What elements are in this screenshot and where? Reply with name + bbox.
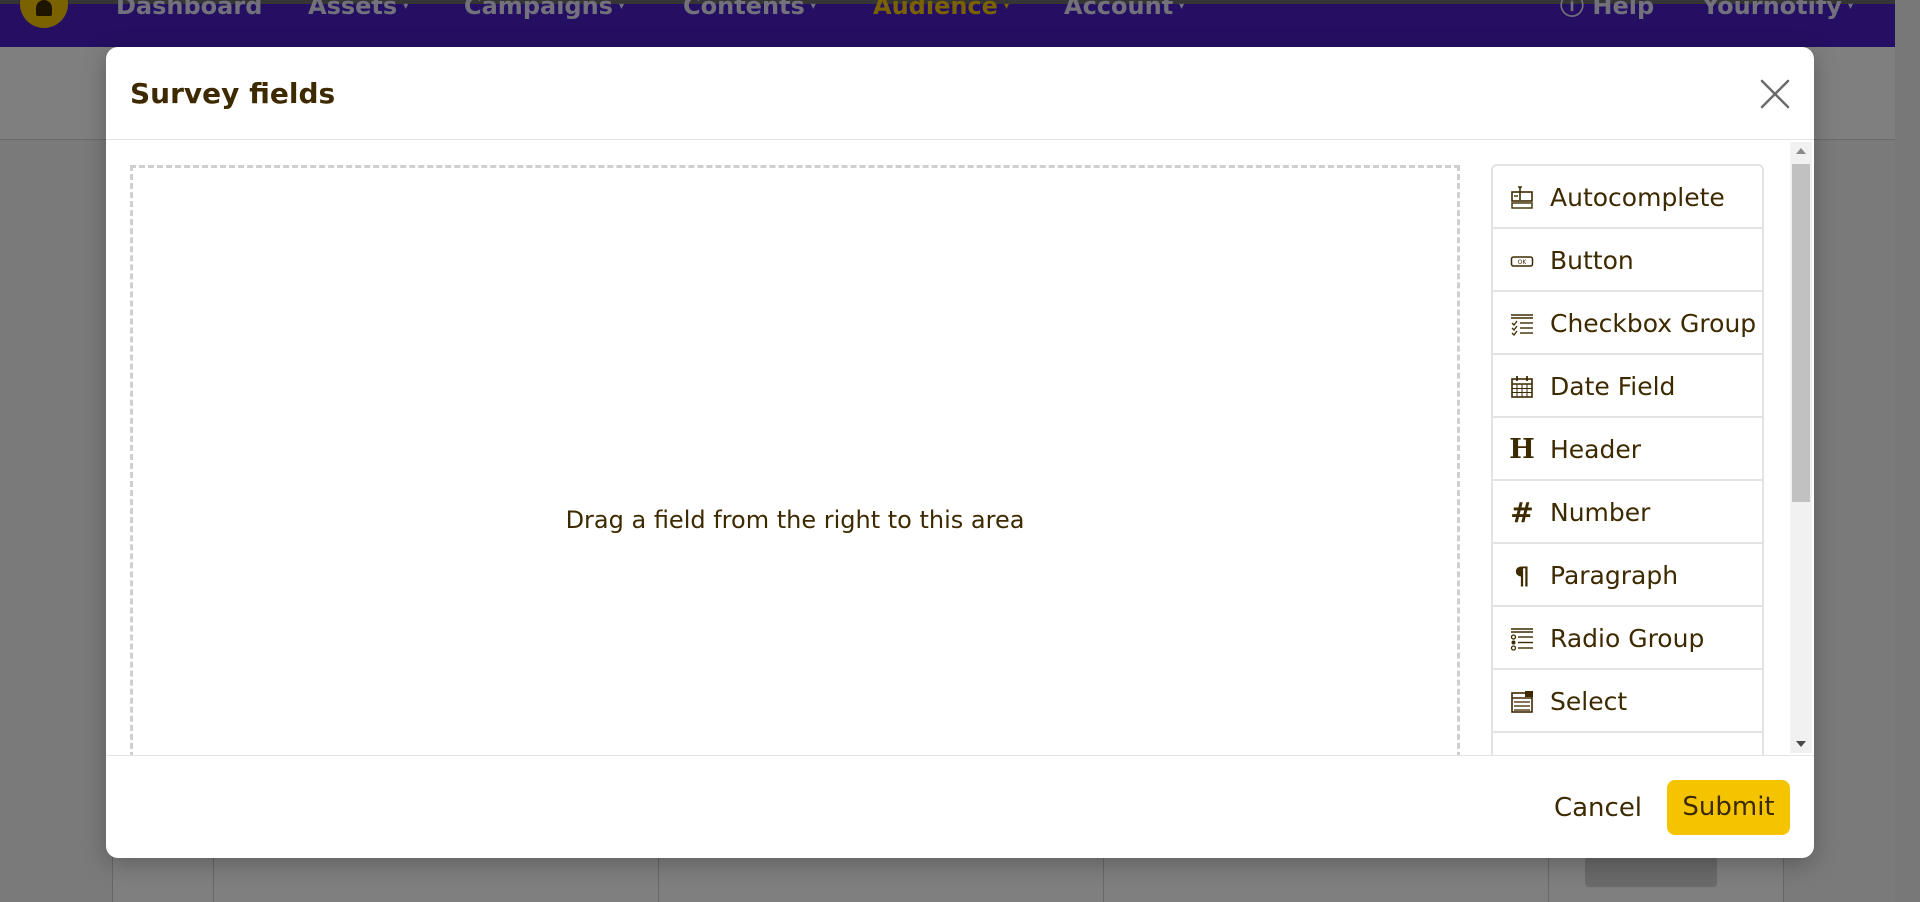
field-item-paragraph[interactable]: ¶ Paragraph	[1493, 544, 1762, 607]
field-item-label: Paragraph	[1550, 561, 1679, 590]
submit-button[interactable]: Submit	[1667, 780, 1790, 835]
cancel-button[interactable]: Cancel	[1528, 781, 1668, 835]
hash-icon: #	[1510, 496, 1534, 529]
close-button[interactable]	[1758, 77, 1792, 111]
field-item-date-field[interactable]: Date Field	[1493, 355, 1762, 418]
close-icon	[1760, 79, 1790, 109]
field-item-label: Header	[1550, 435, 1642, 464]
modal-footer: Cancel Submit	[106, 755, 1814, 858]
paragraph-icon: ¶	[1514, 562, 1530, 590]
modal-scrollbar[interactable]	[1790, 142, 1812, 753]
field-item-header[interactable]: H Header	[1493, 418, 1762, 481]
field-item-button[interactable]: OK Button	[1493, 229, 1762, 292]
scroll-up-icon[interactable]	[1796, 148, 1806, 154]
modal-body: Drag a field from the right to this area…	[106, 140, 1814, 755]
autocomplete-icon	[1509, 185, 1535, 211]
button-icon: OK	[1509, 248, 1535, 274]
field-item-checkbox-group[interactable]: Checkbox Group	[1493, 292, 1762, 355]
radio-group-icon	[1509, 626, 1535, 652]
field-item-label: Autocomplete	[1550, 183, 1725, 212]
field-item-autocomplete[interactable]: Autocomplete	[1493, 166, 1762, 229]
survey-fields-modal: Survey fields Drag a field from the righ…	[106, 47, 1814, 858]
calendar-icon	[1509, 374, 1535, 400]
dropzone-hint: Drag a field from the right to this area	[565, 506, 1025, 534]
field-item-label: Button	[1550, 246, 1634, 275]
field-item-label: Select	[1550, 687, 1628, 716]
field-item-radio-group[interactable]: Radio Group	[1493, 607, 1762, 670]
checkbox-group-icon	[1509, 311, 1535, 337]
field-item-label: Checkbox Group	[1550, 309, 1757, 338]
field-item-label: Number	[1550, 498, 1651, 527]
svg-text:OK: OK	[1518, 259, 1528, 266]
field-item-number[interactable]: # Number	[1493, 481, 1762, 544]
scrollbar-thumb[interactable]	[1792, 164, 1810, 502]
select-icon	[1509, 689, 1535, 715]
scroll-down-icon[interactable]	[1796, 741, 1806, 747]
field-item-select[interactable]: Select	[1493, 670, 1762, 733]
field-dropzone[interactable]: Drag a field from the right to this area	[130, 165, 1460, 755]
modal-title: Survey fields	[130, 77, 336, 110]
field-item-label: Date Field	[1550, 372, 1676, 401]
modal-header: Survey fields	[106, 47, 1814, 140]
field-palette: Autocomplete OK Button Checkbox Group Da…	[1491, 164, 1764, 755]
field-item-label: Radio Group	[1550, 624, 1705, 653]
header-icon: H	[1509, 434, 1535, 465]
